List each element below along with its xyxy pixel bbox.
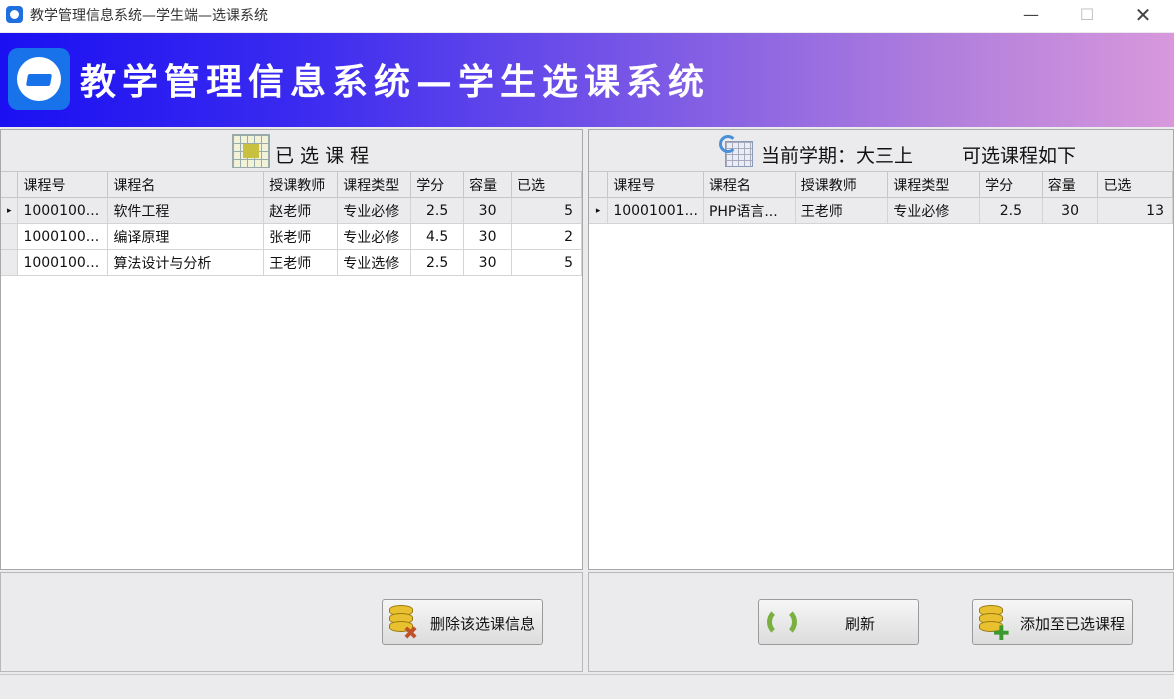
selected-courses-title: 已 选 课 程: [275, 145, 370, 167]
cell-course-type[interactable]: 专业必修: [887, 197, 981, 224]
row-header[interactable]: [1, 223, 19, 250]
current-semester-label: 当前学期：大三上: [761, 145, 914, 167]
cell-course-type[interactable]: 专业必修: [337, 223, 412, 250]
column-header-course-id[interactable]: 课程号: [607, 172, 704, 198]
minimize-button[interactable]: —: [1004, 0, 1058, 32]
column-header-teacher[interactable]: 授课教师: [263, 172, 339, 198]
selected-courses-panel: 已 选 课 程 课程号 课程名 授课教师 课程类型 学分 容量 已选 ▸ 100…: [0, 129, 583, 570]
table-row[interactable]: ▸ 1000100... 软件工程 赵老师 专业必修 2.5 30 5: [1, 197, 582, 224]
cell-credit[interactable]: 2.5: [410, 249, 465, 276]
maximize-button[interactable]: ☐: [1060, 0, 1114, 32]
cell-enrolled[interactable]: 5: [511, 197, 582, 224]
available-courses-header: 当前学期：大三上 可选课程如下: [589, 130, 1173, 172]
table-grid-icon: [232, 134, 270, 168]
cell-course-name[interactable]: 算法设计与分析: [107, 249, 265, 276]
close-button[interactable]: ✕: [1116, 0, 1170, 32]
column-header-credit[interactable]: 学分: [410, 172, 465, 198]
add-to-selected-button[interactable]: ✚ 添加至已选课程: [972, 599, 1133, 645]
available-courses-table[interactable]: 课程号 课程名 授课教师 课程类型 学分 容量 已选 ▸ 10001001...…: [589, 172, 1173, 224]
cell-capacity[interactable]: 30: [463, 223, 513, 250]
cell-enrolled[interactable]: 2: [511, 223, 582, 250]
cell-teacher[interactable]: 赵老师: [263, 197, 339, 224]
current-row-marker[interactable]: ▸: [589, 197, 609, 224]
cell-credit[interactable]: 4.5: [410, 223, 465, 250]
cell-course-type[interactable]: 专业必修: [337, 197, 412, 224]
header-banner: 教学管理信息系统—学生选课系统: [0, 33, 1174, 127]
cell-course-id[interactable]: 1000100...: [17, 197, 109, 224]
cell-course-name[interactable]: 软件工程: [107, 197, 265, 224]
cell-credit[interactable]: 2.5: [410, 197, 465, 224]
delete-selection-label: 删除该选课信息: [430, 615, 536, 633]
status-bar: [0, 674, 1174, 699]
column-header-course-type[interactable]: 课程类型: [887, 172, 981, 198]
available-courses-title: 可选课程如下: [962, 145, 1077, 167]
column-header-course-id[interactable]: 课程号: [17, 172, 109, 198]
column-header-course-name[interactable]: 课程名: [703, 172, 796, 198]
row-header[interactable]: [1, 249, 19, 276]
database-add-icon: ✚: [979, 605, 1010, 645]
column-header-teacher[interactable]: 授课教师: [795, 172, 889, 198]
cell-course-name[interactable]: PHP语言...: [703, 197, 796, 224]
table-header-row: 课程号 课程名 授课教师 课程类型 学分 容量 已选: [1, 172, 582, 198]
database-delete-icon: ✖: [389, 605, 418, 644]
cell-teacher[interactable]: 王老师: [795, 197, 889, 224]
cell-enrolled[interactable]: 5: [511, 249, 582, 276]
refresh-label: 刷新: [845, 615, 876, 633]
add-to-selected-label: 添加至已选课程: [1020, 615, 1126, 633]
column-header-credit[interactable]: 学分: [979, 172, 1043, 198]
graduation-cap-icon: [8, 48, 70, 110]
cell-course-id[interactable]: 1000100...: [17, 249, 109, 276]
cell-course-type[interactable]: 专业选修: [337, 249, 412, 276]
table-header-row: 课程号 课程名 授课教师 课程类型 学分 容量 已选: [589, 172, 1173, 198]
cell-course-id[interactable]: 1000100...: [17, 223, 109, 250]
banner-title: 教学管理信息系统—学生选课系统: [80, 61, 711, 103]
table-row[interactable]: ▸ 10001001... PHP语言... 王老师 专业必修 2.5 30 1…: [589, 197, 1173, 224]
table-row[interactable]: 1000100... 编译原理 张老师 专业必修 4.5 30 2: [1, 223, 582, 250]
cell-teacher[interactable]: 王老师: [263, 249, 339, 276]
selected-courses-header: 已 选 课 程: [1, 130, 582, 172]
cell-teacher[interactable]: 张老师: [263, 223, 339, 250]
delete-selection-button[interactable]: ✖ 删除该选课信息: [382, 599, 543, 645]
cell-capacity[interactable]: 30: [463, 249, 513, 276]
available-courses-panel: 当前学期：大三上 可选课程如下 课程号 课程名 授课教师 课程类型 学分 容量 …: [588, 129, 1174, 570]
cell-course-id[interactable]: 10001001...: [607, 197, 704, 224]
column-header-enrolled[interactable]: 已选: [511, 172, 582, 198]
calendar-refresh-icon: [719, 135, 753, 167]
refresh-button[interactable]: 刷新: [758, 599, 919, 645]
column-header-capacity[interactable]: 容量: [463, 172, 513, 198]
title-bar: 教学管理信息系统—学生端—选课系统 — ☐ ✕: [0, 0, 1174, 32]
column-header-course-type[interactable]: 课程类型: [337, 172, 412, 198]
column-header-enrolled[interactable]: 已选: [1097, 172, 1173, 198]
cell-capacity[interactable]: 30: [1042, 197, 1099, 224]
selected-courses-table[interactable]: 课程号 课程名 授课教师 课程类型 学分 容量 已选 ▸ 1000100... …: [1, 172, 582, 276]
selected-actions-area: ✖ 删除该选课信息: [0, 572, 583, 672]
column-header-capacity[interactable]: 容量: [1042, 172, 1099, 198]
cell-enrolled[interactable]: 13: [1097, 197, 1173, 224]
cell-capacity[interactable]: 30: [463, 197, 513, 224]
available-actions-area: 刷新 ✚ 添加至已选课程: [588, 572, 1174, 672]
column-header-course-name[interactable]: 课程名: [107, 172, 265, 198]
cell-course-name[interactable]: 编译原理: [107, 223, 265, 250]
cell-credit[interactable]: 2.5: [979, 197, 1043, 224]
window-title: 教学管理信息系统—学生端—选课系统: [30, 8, 268, 24]
refresh-icon: [767, 607, 797, 637]
current-row-marker[interactable]: ▸: [1, 197, 19, 224]
table-row[interactable]: 1000100... 算法设计与分析 王老师 专业选修 2.5 30 5: [1, 249, 582, 276]
app-icon: [6, 6, 23, 23]
